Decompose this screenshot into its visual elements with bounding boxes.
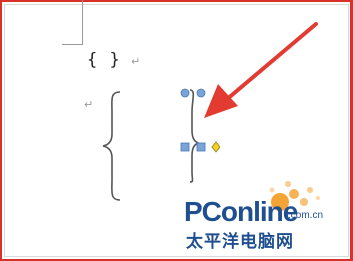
paragraph-mark: ↵ <box>84 98 94 111</box>
rotation-handle-left[interactable] <box>180 88 190 98</box>
left-brace-shape[interactable] <box>100 90 124 202</box>
logo-domain-text: .com.cn <box>288 210 324 221</box>
pconline-watermark: PConline .com.cn 太平洋电脑网 <box>180 172 330 252</box>
resize-handle-right[interactable] <box>196 142 206 152</box>
resize-handle-left[interactable] <box>180 142 190 152</box>
adjustment-handle-yellow[interactable] <box>211 141 220 153</box>
brace-pair-text: { } <box>87 50 121 70</box>
margin-corner-marker <box>62 0 83 45</box>
logo-chinese-text: 太平洋电脑网 <box>186 232 294 252</box>
logo-brand-text: PConline <box>184 196 298 227</box>
pointer-arrow <box>204 22 318 118</box>
paragraph-mark: ↵ <box>131 55 141 68</box>
